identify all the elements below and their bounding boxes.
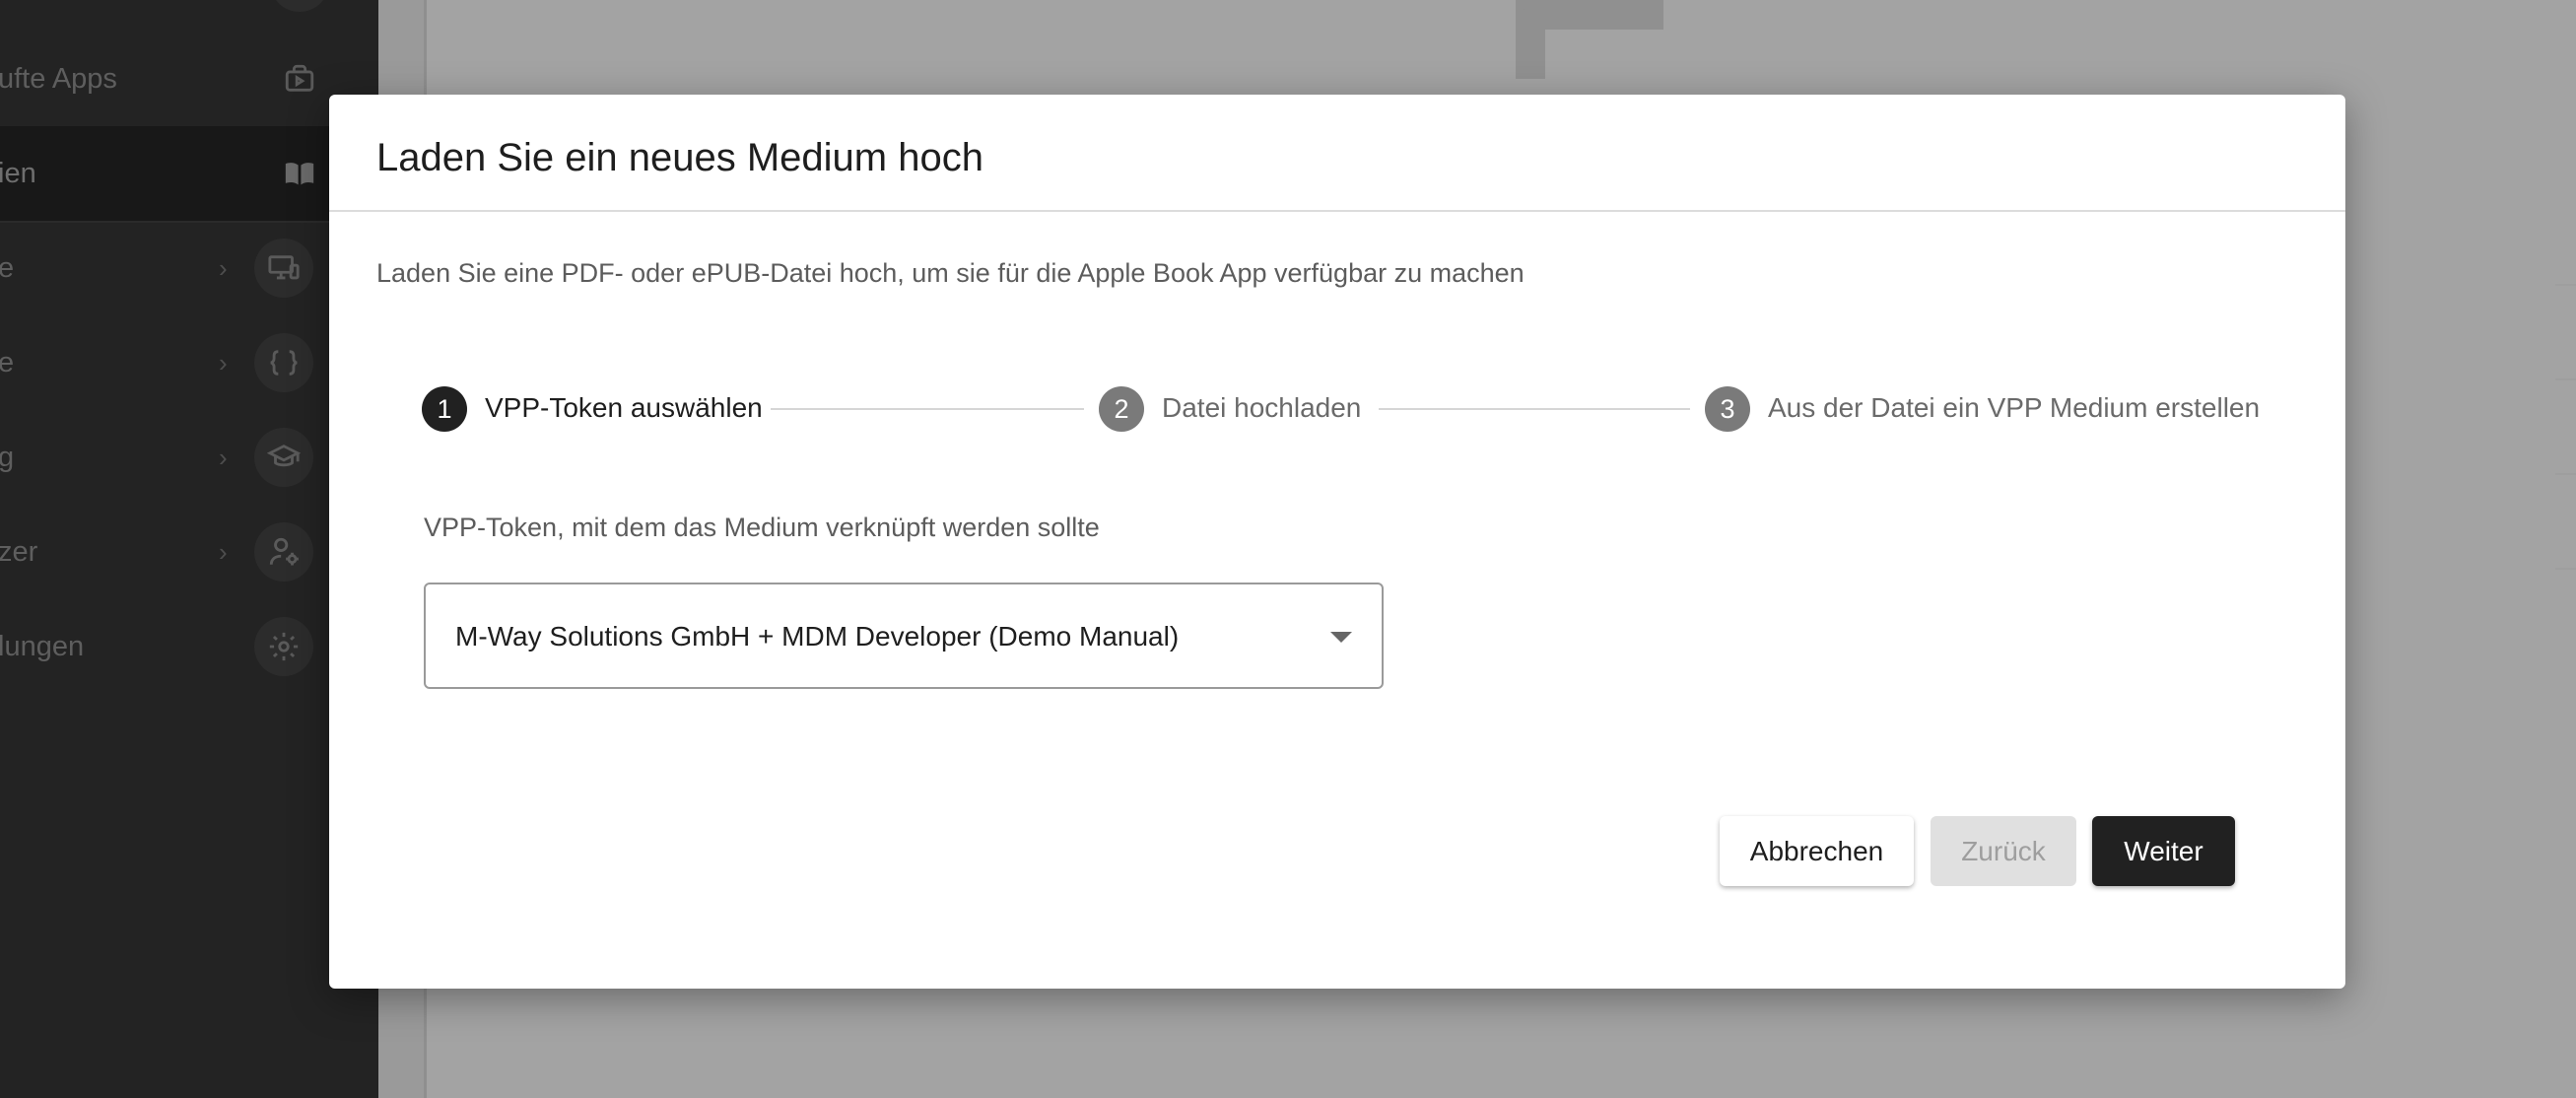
dialog-description: Laden Sie eine PDF- oder ePUB-Datei hoch…: [376, 258, 1525, 288]
book-icon: [270, 144, 329, 203]
sidebar-item-label: g: [0, 442, 15, 473]
vpp-token-select[interactable]: M-Way Solutions GmbH + MDM Developer (De…: [424, 583, 1384, 689]
chevron-right-icon: ›: [219, 537, 228, 567]
bg-divider: [2555, 378, 2576, 380]
chevron-right-icon: ›: [219, 348, 228, 377]
dialog-title: Laden Sie ein neues Medium hoch: [376, 136, 983, 179]
sidebar-item-training[interactable]: g ›: [0, 410, 378, 505]
sidebar-item-users[interactable]: zer ›: [0, 505, 378, 599]
user-settings-icon: [254, 522, 313, 582]
sidebar-item-label: zer: [0, 536, 38, 568]
sidebar-item-profiles[interactable]: e ›: [0, 315, 378, 410]
back-button[interactable]: Zurück: [1931, 816, 2076, 886]
step-2-label: Datei hochladen: [1162, 392, 1362, 423]
step-2-indicator: 2: [1099, 386, 1144, 432]
step-1-indicator: 1: [422, 386, 467, 432]
vpp-token-field-label: VPP-Token, mit dem das Medium verknüpft …: [424, 513, 1100, 542]
sidebar-item-devices[interactable]: e ›: [0, 221, 378, 315]
dialog-header: Laden Sie ein neues Medium hoch: [329, 95, 2345, 212]
step-3-label: Aus der Datei ein VPP Medium erstellen: [1768, 392, 2261, 423]
upload-media-dialog: Laden Sie ein neues Medium hoch Laden Si…: [329, 95, 2345, 989]
background-logo: [1516, 0, 1693, 79]
sidebar-item-media[interactable]: ien: [0, 126, 378, 223]
app-store-icon: [270, 49, 329, 108]
bg-divider: [2555, 473, 2576, 475]
school-icon: [254, 428, 313, 487]
vpp-token-selected-value: M-Way Solutions GmbH + MDM Developer (De…: [455, 621, 1180, 652]
sidebar-item-label: ien: [0, 158, 36, 189]
sidebar-item-settings[interactable]: lungen: [0, 599, 378, 694]
sidebar-item-label: ufte Apps: [0, 63, 117, 95]
sidebar-item-label: e: [0, 252, 15, 284]
cancel-button[interactable]: Abbrechen: [1720, 816, 1914, 886]
gear-icon: [254, 617, 313, 676]
step-1-label: VPP-Token auswählen: [485, 392, 763, 423]
sidebar: ufte Apps ien e › e › g › zer › lungen: [0, 0, 378, 1098]
bg-divider: [2555, 284, 2576, 286]
bg-divider: [2555, 568, 2576, 570]
dropdown-arrow-icon: [1330, 632, 1352, 643]
next-button[interactable]: Weiter: [2092, 816, 2235, 886]
devices-icon: [254, 239, 313, 298]
sidebar-item-label: lungen: [0, 631, 85, 662]
chevron-right-icon: ›: [219, 443, 228, 472]
step-connector: [1379, 408, 1690, 410]
sidebar-item-purchased-apps[interactable]: ufte Apps: [0, 32, 378, 126]
chevron-right-icon: ›: [219, 253, 228, 283]
code-braces-icon: [254, 333, 313, 392]
sidebar-top-icon-fragment: [270, 0, 329, 12]
step-connector: [771, 408, 1084, 410]
sidebar-item-label: e: [0, 347, 15, 378]
step-3-indicator: 3: [1705, 386, 1750, 432]
